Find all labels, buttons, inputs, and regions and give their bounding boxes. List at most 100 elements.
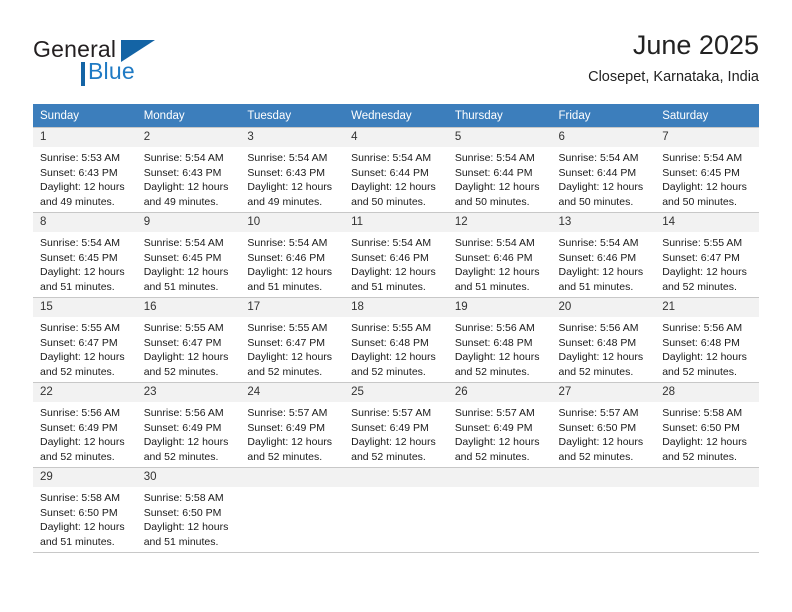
calendar-table: Sunday Monday Tuesday Wednesday Thursday… [33, 104, 759, 553]
day-details: Sunrise: 5:54 AM Sunset: 6:45 PM Daylight:… [137, 232, 241, 294]
calendar-page: General Blue June 2025 Closepet, Karnata… [0, 0, 792, 612]
sunset-text: Sunset: 6:43 PM [247, 166, 326, 179]
day-number [655, 468, 759, 487]
calendar-day-cell[interactable]: 17 Sunrise: 5:55 AM Sunset: 6:47 PM Dayligh… [240, 297, 345, 383]
daylight-text-line1: Daylight: 12 hours [454, 436, 540, 448]
sunrise-text: Sunrise: 5:58 AM [143, 492, 224, 504]
day-number [344, 468, 448, 487]
day-number [447, 468, 552, 487]
calendar-day-cell[interactable]: 21 Sunrise: 5:56 AM Sunset: 6:48 PM Dayligh… [655, 297, 759, 383]
calendar-body: 1 Sunrise: 5:53 AM Sunset: 6:43 PM Daylight… [33, 127, 759, 553]
daylight-text-line1: Daylight: 12 hours [351, 181, 436, 193]
calendar-day-cell[interactable]: 25 Sunrise: 5:57 AM Sunset: 6:49 PM Dayligh… [344, 382, 448, 468]
day-number [240, 468, 345, 487]
daylight-text-line2: and 52 minutes. [351, 365, 426, 378]
day-details: Sunrise: 5:58 AM Sunset: 6:50 PM Daylight:… [137, 487, 241, 549]
sunset-text: Sunset: 6:47 PM [662, 251, 740, 264]
daylight-text-line2: and 51 minutes. [247, 280, 323, 293]
calendar-day-cell[interactable]: 27 Sunrise: 5:57 AM Sunset: 6:50 PM Dayligh… [551, 382, 656, 468]
day-details: Sunrise: 5:54 AM Sunset: 6:45 PM Daylight:… [33, 232, 137, 294]
sunrise-text: Sunrise: 5:56 AM [40, 407, 120, 419]
calendar-day-cell[interactable]: 14 Sunrise: 5:55 AM Sunset: 6:47 PM Dayligh… [655, 212, 759, 298]
day-number: 24 [240, 383, 345, 402]
daylight-text-line1: Daylight: 12 hours [662, 351, 747, 363]
weekday-header-tuesday: Tuesday [240, 104, 345, 128]
daylight-text-line1: Daylight: 12 hours [662, 266, 747, 278]
calendar-day-cell[interactable]: 22 Sunrise: 5:56 AM Sunset: 6:49 PM Dayligh… [33, 382, 137, 468]
day-number [551, 468, 656, 487]
calendar-day-cell[interactable]: 7 Sunrise: 5:54 AM Sunset: 6:45 PM Daylight… [655, 127, 759, 213]
day-number: 30 [136, 468, 241, 487]
day-number: 16 [136, 298, 241, 317]
daylight-text-line2: and 50 minutes. [454, 195, 530, 208]
calendar-day-cell[interactable]: 9 Sunrise: 5:54 AM Sunset: 6:45 PM Daylight… [136, 212, 241, 298]
day-details: Sunrise: 5:54 AM Sunset: 6:46 PM Daylight:… [240, 232, 344, 294]
weekday-header-saturday: Saturday [655, 104, 759, 128]
weekday-header-monday: Monday [136, 104, 241, 128]
calendar-day-cell[interactable]: 15 Sunrise: 5:55 AM Sunset: 6:47 PM Dayligh… [33, 297, 137, 383]
calendar-day-cell[interactable]: 29 Sunrise: 5:58 AM Sunset: 6:50 PM Dayligh… [33, 467, 137, 553]
general-blue-logo[interactable]: General Blue [33, 36, 263, 94]
day-details: Sunrise: 5:56 AM Sunset: 6:49 PM Daylight:… [137, 402, 241, 464]
day-number: 9 [136, 213, 241, 232]
calendar-day-cell[interactable]: 18 Sunrise: 5:55 AM Sunset: 6:48 PM Dayligh… [344, 297, 448, 383]
page-header: General Blue June 2025 Closepet, Karnata… [33, 28, 759, 98]
calendar-day-cell[interactable]: 26 Sunrise: 5:57 AM Sunset: 6:49 PM Dayligh… [447, 382, 552, 468]
day-number: 10 [240, 213, 345, 232]
day-details: Sunrise: 5:54 AM Sunset: 6:45 PM Daylight:… [655, 147, 759, 209]
calendar-day-cell[interactable]: 23 Sunrise: 5:56 AM Sunset: 6:49 PM Dayligh… [136, 382, 241, 468]
sunrise-text: Sunrise: 5:54 AM [351, 152, 432, 164]
daylight-text-line1: Daylight: 12 hours [40, 181, 125, 193]
calendar-day-cell[interactable]: 1 Sunrise: 5:53 AM Sunset: 6:43 PM Daylight… [33, 127, 137, 213]
day-number: 19 [447, 298, 552, 317]
daylight-text-line2: and 52 minutes. [454, 365, 530, 378]
calendar-day-cell[interactable]: 6 Sunrise: 5:54 AM Sunset: 6:44 PM Daylight… [551, 127, 656, 213]
day-details: Sunrise: 5:54 AM Sunset: 6:46 PM Daylight:… [552, 232, 656, 294]
daylight-text-line1: Daylight: 12 hours [143, 266, 229, 278]
daylight-text-line1: Daylight: 12 hours [247, 266, 333, 278]
calendar-day-cell[interactable]: 24 Sunrise: 5:57 AM Sunset: 6:49 PM Dayligh… [240, 382, 345, 468]
daylight-text-line2: and 50 minutes. [351, 195, 426, 208]
day-number: 14 [655, 213, 759, 232]
daylight-text-line1: Daylight: 12 hours [247, 436, 333, 448]
calendar-day-cell[interactable]: 13 Sunrise: 5:54 AM Sunset: 6:46 PM Dayligh… [551, 212, 656, 298]
sunset-text: Sunset: 6:48 PM [351, 336, 429, 349]
daylight-text-line1: Daylight: 12 hours [247, 351, 333, 363]
day-number: 2 [136, 128, 241, 147]
sunset-text: Sunset: 6:48 PM [558, 336, 637, 349]
calendar-day-cell[interactable]: 16 Sunrise: 5:55 AM Sunset: 6:47 PM Dayligh… [136, 297, 241, 383]
calendar-day-cell[interactable]: 3 Sunrise: 5:54 AM Sunset: 6:43 PM Daylight… [240, 127, 345, 213]
calendar-header-row: Sunday Monday Tuesday Wednesday Thursday… [33, 104, 759, 128]
sunset-text: Sunset: 6:47 PM [247, 336, 326, 349]
sunset-text: Sunset: 6:44 PM [454, 166, 533, 179]
page-subtitle: Closepet, Karnataka, India [588, 69, 759, 85]
day-details: Sunrise: 5:54 AM Sunset: 6:46 PM Daylight:… [448, 232, 552, 294]
sunrise-text: Sunrise: 5:54 AM [558, 237, 639, 249]
daylight-text-line1: Daylight: 12 hours [662, 436, 747, 448]
daylight-text-line2: and 52 minutes. [40, 365, 115, 378]
calendar-day-cell[interactable]: 19 Sunrise: 5:56 AM Sunset: 6:48 PM Dayligh… [447, 297, 552, 383]
daylight-text-line2: and 52 minutes. [662, 450, 737, 463]
day-number: 11 [344, 213, 448, 232]
daylight-text-line2: and 50 minutes. [662, 195, 737, 208]
calendar-day-cell[interactable]: 30 Sunrise: 5:58 AM Sunset: 6:50 PM Dayligh… [136, 467, 241, 553]
calendar-day-cell[interactable]: 5 Sunrise: 5:54 AM Sunset: 6:44 PM Daylight… [447, 127, 552, 213]
sunset-text: Sunset: 6:47 PM [143, 336, 222, 349]
day-details: Sunrise: 5:57 AM Sunset: 6:49 PM Daylight:… [448, 402, 552, 464]
calendar-day-cell[interactable]: 8 Sunrise: 5:54 AM Sunset: 6:45 PM Daylight… [33, 212, 137, 298]
daylight-text-line2: and 51 minutes. [143, 280, 219, 293]
calendar-day-cell[interactable]: 11 Sunrise: 5:54 AM Sunset: 6:46 PM Dayligh… [344, 212, 448, 298]
day-details: Sunrise: 5:54 AM Sunset: 6:44 PM Daylight:… [344, 147, 448, 209]
day-details: Sunrise: 5:56 AM Sunset: 6:48 PM Daylight:… [655, 317, 759, 379]
calendar-day-cell[interactable]: 2 Sunrise: 5:54 AM Sunset: 6:43 PM Daylight… [136, 127, 241, 213]
calendar-day-cell[interactable]: 28 Sunrise: 5:58 AM Sunset: 6:50 PM Dayligh… [655, 382, 759, 468]
daylight-text-line2: and 52 minutes. [454, 450, 530, 463]
sunrise-text: Sunrise: 5:58 AM [40, 492, 120, 504]
calendar-day-cell[interactable]: 20 Sunrise: 5:56 AM Sunset: 6:48 PM Dayligh… [551, 297, 656, 383]
calendar-day-cell[interactable]: 10 Sunrise: 5:54 AM Sunset: 6:46 PM Dayligh… [240, 212, 345, 298]
sunrise-text: Sunrise: 5:56 AM [558, 322, 639, 334]
day-details: Sunrise: 5:56 AM Sunset: 6:49 PM Daylight:… [33, 402, 137, 464]
calendar-day-cell[interactable]: 12 Sunrise: 5:54 AM Sunset: 6:46 PM Dayligh… [447, 212, 552, 298]
calendar-day-cell[interactable]: 4 Sunrise: 5:54 AM Sunset: 6:44 PM Daylight… [344, 127, 448, 213]
sunset-text: Sunset: 6:46 PM [247, 251, 326, 264]
